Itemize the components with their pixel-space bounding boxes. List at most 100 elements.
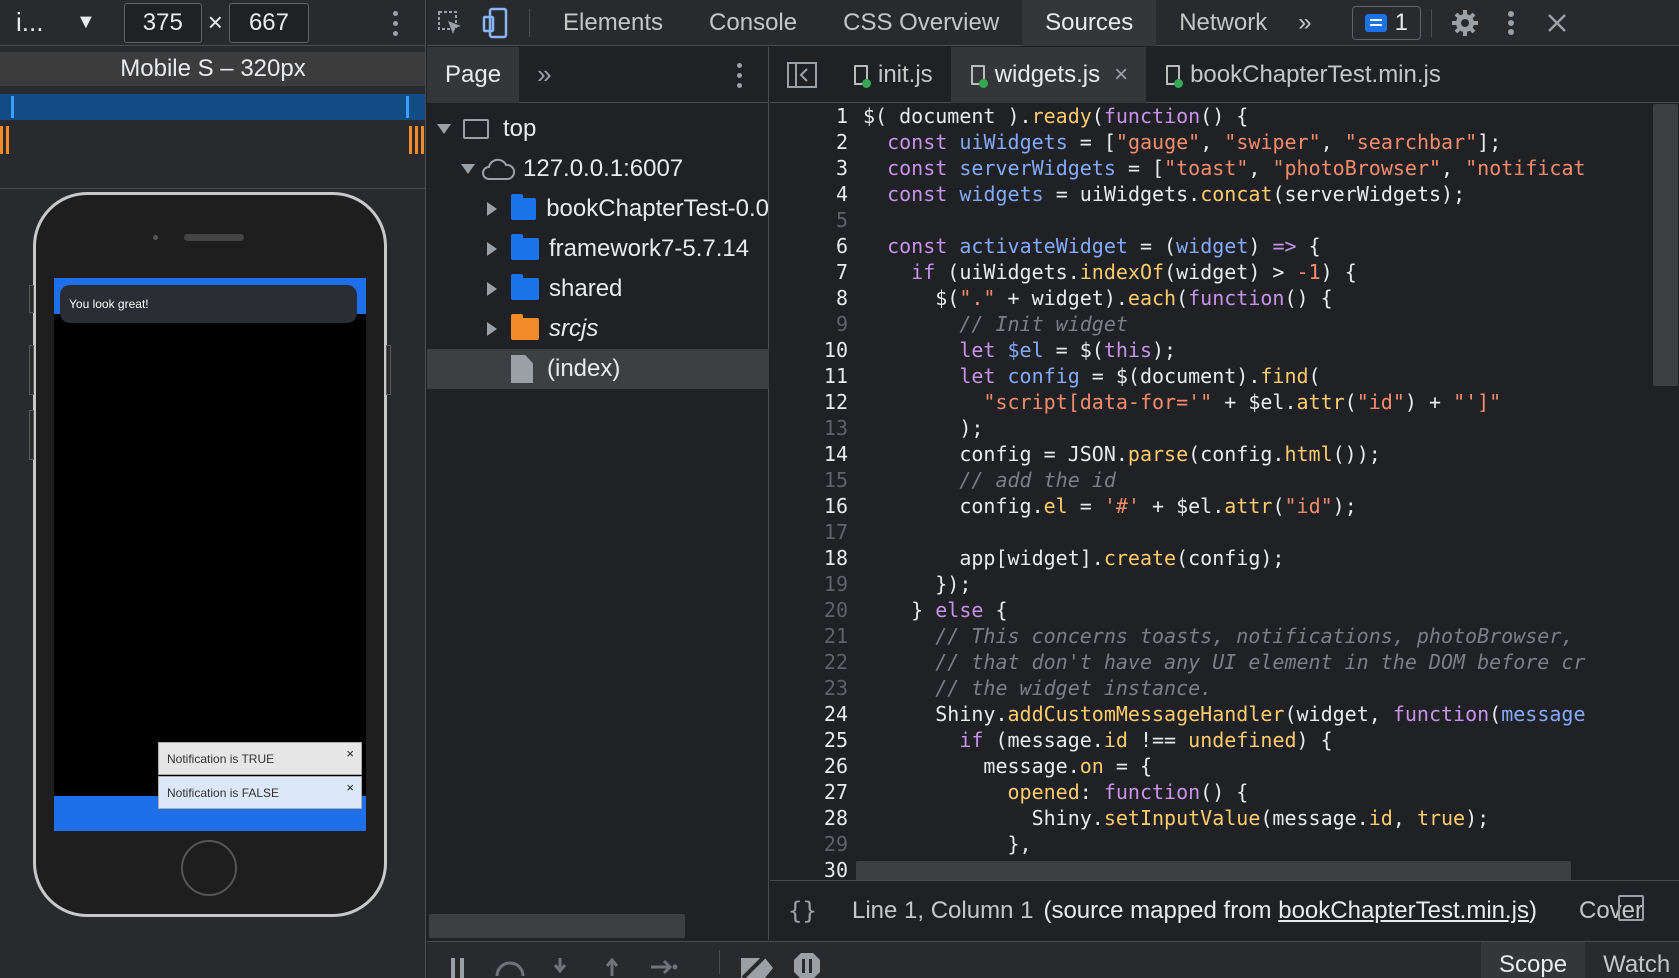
tab-watch[interactable]: Watch	[1585, 942, 1679, 978]
more-navigator-tabs-icon[interactable]: »	[537, 59, 551, 90]
close-icon[interactable]: ×	[346, 780, 354, 795]
navigator-scrollbar[interactable]	[429, 914, 685, 938]
deactivate-breakpoints-icon[interactable]	[739, 952, 775, 978]
pause-icon[interactable]	[449, 956, 467, 978]
device-toolbar-toggle-icon[interactable]	[473, 0, 519, 46]
debugger-sidebar-tabs: Scope Watch	[1481, 942, 1679, 978]
file-icon	[1166, 64, 1184, 88]
devtools-tab-bar: Elements Console CSS Overview Sources Ne…	[427, 0, 1679, 46]
tree-item-label: (index)	[547, 355, 621, 382]
tree-item-top[interactable]: top	[427, 109, 769, 149]
orange-marker	[409, 126, 412, 154]
code-text: });	[863, 572, 972, 596]
collapsed-arrow-icon[interactable]	[487, 282, 497, 296]
line-number: 13	[823, 416, 848, 440]
tree-item-framework7[interactable]: framework7-5.7.14	[427, 229, 769, 269]
pretty-print-button[interactable]: {}	[788, 897, 844, 925]
tab-console[interactable]: Console	[686, 0, 820, 46]
tab-css-overview[interactable]: CSS Overview	[820, 0, 1022, 46]
phone-power-button	[386, 345, 391, 395]
coverage-toggle-icon[interactable]	[1618, 895, 1644, 921]
expand-arrow-icon[interactable]	[437, 124, 451, 134]
toggle-navigator-icon[interactable]	[770, 52, 834, 98]
code-text: message.on = {	[863, 754, 1153, 778]
device-dropdown-arrow-icon[interactable]: ▼	[76, 11, 96, 34]
editor-tab-label: bookChapterTest.min.js	[1190, 60, 1441, 88]
tree-item-label: shared	[549, 275, 623, 302]
tree-item-srcjs[interactable]: srcjs	[427, 309, 769, 349]
code-line: 12 "script[data-for='" + $el.attr("id") …	[770, 390, 1678, 416]
toast-message[interactable]: You look great!	[60, 285, 357, 323]
device-more-options-icon[interactable]	[390, 8, 400, 38]
code-area[interactable]: 1 $( document ).ready(function() { 2 cons…	[770, 104, 1678, 880]
collapsed-arrow-icon[interactable]	[487, 322, 497, 336]
collapsed-arrow-icon[interactable]	[487, 202, 497, 216]
line-number: 16	[823, 494, 848, 518]
close-tab-icon[interactable]: ×	[1114, 61, 1128, 89]
code-text: // Init widget	[959, 312, 1128, 336]
tree-item-bookchaptertest[interactable]: bookChapterTest-0.0	[427, 189, 769, 229]
step-icon[interactable]	[649, 956, 679, 978]
tab-scope[interactable]: Scope	[1481, 942, 1586, 978]
step-into-icon[interactable]	[551, 956, 569, 978]
editor-tab-init-js[interactable]: init.js	[834, 47, 951, 103]
width-input[interactable]	[123, 2, 202, 43]
issues-count: 1	[1394, 8, 1408, 36]
tab-network[interactable]: Network	[1156, 0, 1290, 46]
tree-item-index[interactable]: (index)	[427, 349, 769, 389]
code-text: config.el = '#' + $el.attr("id");	[863, 494, 1357, 518]
code-line: 1 $( document ).ready(function() {	[770, 104, 1678, 130]
customize-devtools-icon[interactable]	[1488, 0, 1534, 46]
code-line: 22 // that don't have any UI element in …	[770, 650, 1678, 676]
code-line: 8 $("." + widget).each(function() {	[770, 286, 1678, 312]
code-line: 11 let config = $(document).find(	[770, 364, 1678, 390]
editor-tab-widgets-js[interactable]: widgets.js ×	[950, 46, 1147, 103]
inspect-element-icon[interactable]	[427, 0, 473, 46]
issues-icon	[1364, 13, 1387, 32]
line-number: 19	[823, 572, 848, 596]
collapsed-arrow-icon[interactable]	[487, 242, 497, 256]
code-text: // add the id	[959, 468, 1116, 492]
tab-page[interactable]: Page	[427, 46, 520, 103]
settings-gear-icon[interactable]	[1442, 0, 1488, 46]
code-text: const widgets = uiWidgets.concat(serverW…	[887, 182, 1466, 206]
height-input[interactable]	[228, 2, 309, 43]
navigator-more-options-icon[interactable]	[734, 60, 744, 90]
line-number: 22	[823, 650, 848, 674]
step-out-icon[interactable]	[603, 956, 621, 978]
pause-on-exceptions-icon[interactable]	[793, 952, 821, 978]
code-text: Shiny.setInputValue(message.id, true);	[863, 806, 1490, 830]
line-number: 23	[823, 676, 848, 700]
phone-speaker	[184, 234, 244, 241]
media-query-orange-bar[interactable]	[0, 126, 425, 154]
tree-item-shared[interactable]: shared	[427, 269, 769, 309]
media-query-bar[interactable]	[0, 94, 425, 120]
dimension-separator: ×	[207, 7, 223, 37]
step-over-icon[interactable]	[493, 956, 527, 978]
device-preset-bar[interactable]: Mobile S – 320px	[0, 52, 425, 86]
source-map-link[interactable]: bookChapterTest.min.js	[1278, 897, 1529, 924]
close-devtools-icon[interactable]	[1534, 0, 1580, 46]
code-line: 15 // add the id	[770, 468, 1678, 494]
line-number: 2	[835, 130, 848, 154]
code-text: if (message.id !== undefined) {	[959, 728, 1333, 752]
expand-arrow-icon[interactable]	[461, 164, 475, 174]
code-text: // that don't have any UI element in the…	[935, 650, 1586, 674]
issues-button[interactable]: 1	[1351, 5, 1421, 40]
tree-item-host[interactable]: 127.0.0.1:6007	[427, 149, 769, 189]
notification-false[interactable]: Notification is FALSE ×	[158, 776, 362, 809]
close-icon[interactable]: ×	[346, 746, 354, 761]
tab-sources[interactable]: Sources	[1022, 0, 1157, 46]
code-text: config = JSON.parse(config.html());	[863, 442, 1381, 466]
ruler-divider	[0, 188, 425, 189]
editor-tab-bookchaptertest-min-js[interactable]: bookChapterTest.min.js	[1146, 47, 1459, 103]
notification-true[interactable]: Notification is TRUE ×	[158, 742, 362, 775]
device-select[interactable]: i...	[16, 7, 66, 38]
code-line: 27 opened: function() {	[770, 780, 1678, 806]
tab-elements[interactable]: Elements	[540, 0, 686, 46]
line-number: 12	[823, 390, 848, 414]
phone-screen[interactable]: You look great! Notification is TRUE × N…	[54, 278, 366, 831]
editor-vertical-scrollbar[interactable]	[1653, 104, 1678, 386]
tree-item-label: srcjs	[549, 315, 599, 342]
more-tabs-icon[interactable]: »	[1290, 0, 1319, 46]
